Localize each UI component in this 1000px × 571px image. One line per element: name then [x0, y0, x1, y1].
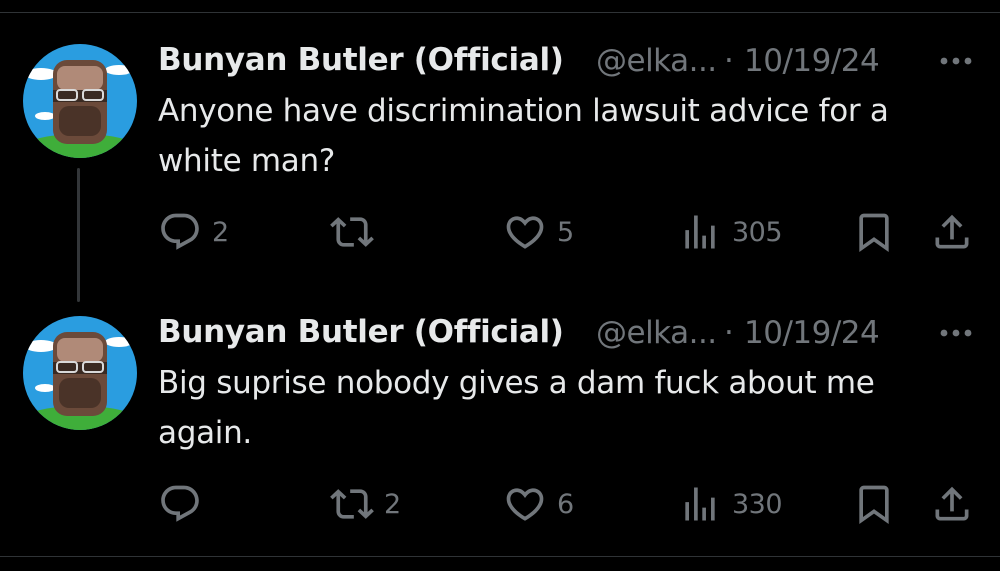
like-count: 5: [557, 216, 574, 248]
share-icon: [930, 210, 974, 254]
tweet-text: Anyone have discrimination lawsuit advic…: [158, 86, 988, 186]
like-button[interactable]: 6: [503, 482, 574, 526]
tweet-actions: 2 6 330: [158, 482, 978, 526]
repost-icon: [330, 482, 374, 526]
tweet-text: Big suprise nobody gives a dam fuck abou…: [158, 358, 988, 458]
repost-button[interactable]: 2: [330, 482, 401, 526]
views-icon: [678, 210, 722, 254]
bookmark-icon: [852, 482, 896, 526]
bookmark-icon: [852, 210, 896, 254]
more-icon[interactable]: [934, 318, 978, 348]
tweet-text-line: white man?: [158, 143, 335, 179]
share-button[interactable]: [930, 482, 974, 526]
repost-button[interactable]: [330, 210, 384, 254]
reply-button[interactable]: [158, 482, 212, 526]
thread-connector-line: [77, 168, 80, 302]
separator-dot: ·: [724, 43, 734, 79]
like-icon: [503, 210, 547, 254]
avatar[interactable]: [23, 316, 137, 430]
avatar[interactable]: [23, 44, 137, 158]
tweet-header: Bunyan Butler (Official) @elka... · 10/1…: [158, 310, 978, 356]
bookmark-button[interactable]: [852, 210, 896, 254]
tweet-actions: 2 5 305: [158, 210, 978, 254]
views-button[interactable]: 305: [678, 210, 783, 254]
tweet-text-line: Big suprise nobody gives a dam fuck abou…: [158, 365, 875, 401]
views-count: 330: [732, 488, 783, 520]
views-count: 305: [732, 216, 783, 248]
avatar-image: [23, 316, 137, 430]
author-handle[interactable]: @elka...: [596, 43, 717, 79]
separator-dot: ·: [724, 315, 734, 351]
bookmark-button[interactable]: [852, 482, 896, 526]
more-icon[interactable]: [934, 46, 978, 76]
author-handle[interactable]: @elka...: [596, 315, 717, 351]
like-button[interactable]: 5: [503, 210, 574, 254]
top-divider: [0, 12, 1000, 13]
author-name[interactable]: Bunyan Butler (Official): [158, 42, 564, 78]
like-icon: [503, 482, 547, 526]
views-button[interactable]: 330: [678, 482, 783, 526]
author-name[interactable]: Bunyan Butler (Official): [158, 314, 564, 350]
reply-count: 2: [212, 216, 229, 248]
avatar-image: [23, 44, 137, 158]
reply-icon: [158, 482, 202, 526]
repost-count: 2: [384, 488, 401, 520]
repost-icon: [330, 210, 374, 254]
bottom-divider: [0, 556, 1000, 557]
tweet-date[interactable]: 10/19/24: [744, 315, 880, 351]
share-icon: [930, 482, 974, 526]
tweet-text-line: again.: [158, 415, 252, 451]
reply-button[interactable]: 2: [158, 210, 229, 254]
views-icon: [678, 482, 722, 526]
tweet-header: Bunyan Butler (Official) @elka... · 10/1…: [158, 38, 978, 84]
tweet-text-line: Anyone have discrimination lawsuit advic…: [158, 93, 889, 129]
share-button[interactable]: [930, 210, 974, 254]
tweet-date[interactable]: 10/19/24: [744, 43, 880, 79]
reply-icon: [158, 210, 202, 254]
like-count: 6: [557, 488, 574, 520]
